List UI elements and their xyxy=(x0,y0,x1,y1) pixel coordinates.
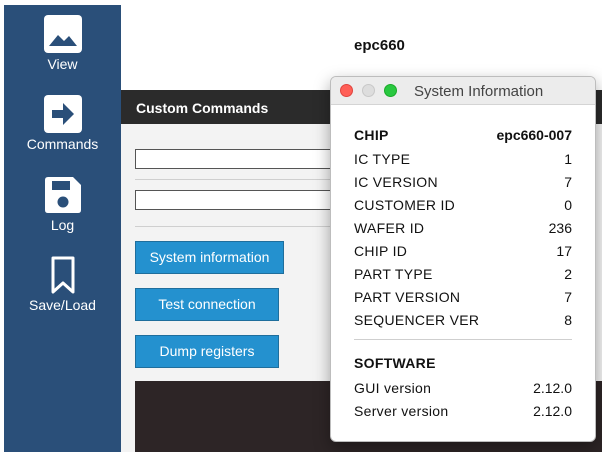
info-row-gui-version: GUI version 2.12.0 xyxy=(354,380,572,400)
chip-header: CHIP xyxy=(354,127,389,143)
info-value: 0 xyxy=(564,197,572,213)
info-row-ic-type: IC TYPE 1 xyxy=(354,151,572,171)
info-row-sequencer-ver: SEQUENCER VER 8 xyxy=(354,312,572,332)
info-key: IC TYPE xyxy=(354,151,411,167)
sidebar-item-view[interactable]: View xyxy=(4,14,121,72)
info-value: 236 xyxy=(548,220,572,236)
close-window-button[interactable] xyxy=(340,84,353,97)
info-key: PART VERSION xyxy=(354,289,461,305)
info-key: CHIP ID xyxy=(354,243,408,259)
window-titlebar[interactable]: System Information xyxy=(331,77,595,105)
chip-value: epc660-007 xyxy=(496,127,572,143)
test-connection-button[interactable]: Test connection xyxy=(135,288,279,321)
sidebar: View Commands Log Save/Load xyxy=(4,5,121,452)
section-divider xyxy=(354,339,572,340)
info-value: 2.12.0 xyxy=(533,403,572,419)
info-key: SEQUENCER VER xyxy=(354,312,480,328)
info-row-server-version: Server version 2.12.0 xyxy=(354,403,572,423)
device-name: epc660 xyxy=(354,37,405,54)
sidebar-item-label: Commands xyxy=(26,136,99,152)
system-information-button[interactable]: System information xyxy=(135,241,284,274)
info-value: 17 xyxy=(556,243,572,259)
info-value: 2 xyxy=(564,266,572,282)
system-information-window: System Information CHIP epc660-007 IC TY… xyxy=(330,76,596,442)
sidebar-item-label: Save/Load xyxy=(29,297,96,313)
info-value: 1 xyxy=(564,151,572,167)
software-header: SOFTWARE xyxy=(354,355,436,371)
image-icon xyxy=(43,15,82,53)
floppy-disk-icon xyxy=(44,177,81,213)
info-key: Server version xyxy=(354,403,449,419)
sidebar-item-save-load[interactable]: Save/Load xyxy=(4,255,121,313)
info-row-chip-id: CHIP ID 17 xyxy=(354,243,572,263)
panel-title: Custom Commands xyxy=(136,100,269,116)
info-key: IC VERSION xyxy=(354,174,438,190)
minimize-window-button[interactable] xyxy=(362,84,375,97)
dump-registers-button[interactable]: Dump registers xyxy=(135,335,279,368)
info-key: WAFER ID xyxy=(354,220,425,236)
info-key: GUI version xyxy=(354,380,432,396)
sidebar-item-label: View xyxy=(47,56,78,72)
sidebar-item-label: Log xyxy=(50,217,75,233)
chip-header-row: CHIP epc660-007 xyxy=(354,127,572,147)
info-row-part-version: PART VERSION 7 xyxy=(354,289,572,309)
info-row-customer-id: CUSTOMER ID 0 xyxy=(354,197,572,217)
info-value: 7 xyxy=(564,289,572,305)
info-row-wafer-id: WAFER ID 236 xyxy=(354,220,572,240)
info-key: PART TYPE xyxy=(354,266,433,282)
info-key: CUSTOMER ID xyxy=(354,197,456,213)
window-title: System Information xyxy=(414,83,544,100)
info-value: 2.12.0 xyxy=(533,380,572,396)
arrow-right-icon xyxy=(43,95,82,133)
maximize-window-button[interactable] xyxy=(384,84,397,97)
bookmark-icon xyxy=(51,256,74,294)
info-row-ic-version: IC VERSION 7 xyxy=(354,174,572,194)
software-header-row: SOFTWARE xyxy=(354,355,572,375)
sidebar-item-commands[interactable]: Commands xyxy=(4,94,121,152)
info-value: 7 xyxy=(564,174,572,190)
info-row-part-type: PART TYPE 2 xyxy=(354,266,572,286)
sidebar-item-log[interactable]: Log xyxy=(4,175,121,233)
info-value: 8 xyxy=(564,312,572,328)
